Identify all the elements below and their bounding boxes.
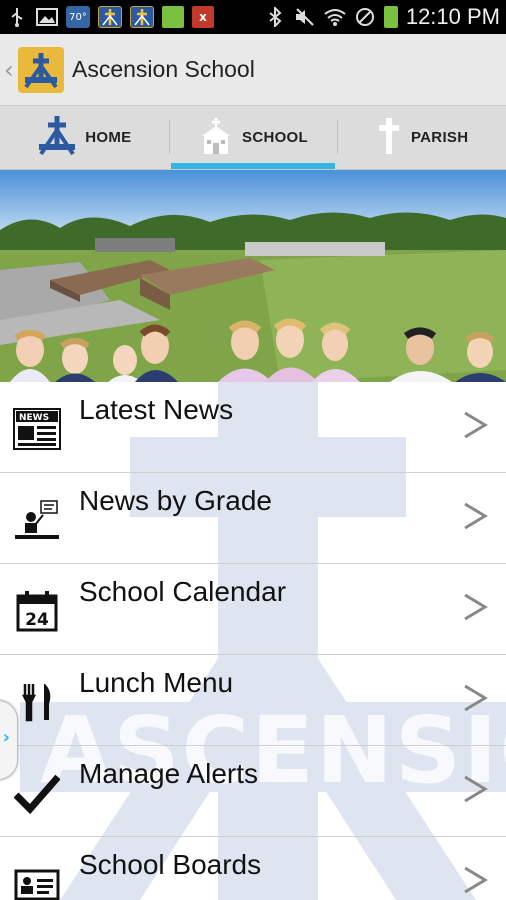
tab-school[interactable]: SCHOOL <box>168 106 338 169</box>
id-card-icon <box>12 859 62 900</box>
fork-knife-icon <box>12 677 62 727</box>
ascension-notification-icon-2 <box>130 6 154 28</box>
newspaper-icon: NEWS <box>12 404 62 454</box>
app-logo[interactable] <box>18 46 64 93</box>
chevron-right-icon <box>462 683 488 717</box>
battery-icon <box>383 6 398 28</box>
back-chevron-icon[interactable]: ‹ <box>4 56 16 84</box>
menu-item-lunch-menu[interactable]: Lunch Menu <box>0 655 506 746</box>
mute-icon <box>294 6 316 28</box>
checkmark-icon <box>12 768 62 818</box>
battery-notification-icon <box>162 6 184 28</box>
action-bar: ‹ Ascension School <box>0 34 506 106</box>
hero-school-photo <box>0 170 506 382</box>
bluetooth-icon <box>264 6 286 28</box>
side-drawer-handle[interactable]: › <box>0 700 18 780</box>
menu-item-manage-alerts[interactable]: Manage Alerts <box>0 746 506 837</box>
tab-home[interactable]: HOME <box>0 106 169 169</box>
teacher-chalkboard-icon <box>12 495 62 545</box>
menu-item-label: School Calendar <box>79 576 287 607</box>
menu-item-school-calendar[interactable]: 24 School Calendar <box>0 564 506 655</box>
tab-parish-label: PARISH <box>410 129 469 146</box>
menu-item-label: Manage Alerts <box>79 758 258 789</box>
menu-item-latest-news[interactable]: NEWS Latest News <box>0 382 506 473</box>
chevron-right-icon <box>462 592 488 626</box>
menu-item-news-by-grade[interactable]: News by Grade <box>0 473 506 564</box>
chevron-right-small-icon: › <box>2 727 10 748</box>
school-menu-list: ASCENSION NEWS Latest News <box>0 382 506 900</box>
image-icon <box>36 6 58 28</box>
app-title: Ascension School <box>72 56 255 82</box>
chevron-right-icon <box>462 865 488 899</box>
clock: 12:10 PM <box>405 4 500 29</box>
tab-parish[interactable]: PARISH <box>337 106 506 169</box>
cross-icon <box>375 116 403 160</box>
chevron-right-icon <box>462 774 488 808</box>
usb-icon <box>6 6 28 28</box>
no-signal-icon <box>354 6 376 28</box>
svg-text:NEWS: NEWS <box>19 413 49 423</box>
calendar-icon: 24 <box>12 586 62 636</box>
menu-item-school-boards[interactable]: School Boards <box>0 837 506 900</box>
weather-icon: 70° <box>66 6 90 28</box>
tab-school-label: SCHOOL <box>242 129 308 146</box>
wifi-icon <box>324 6 346 28</box>
menu-item-label: School Boards <box>79 849 262 880</box>
ascension-notification-icon <box>98 6 122 28</box>
ascension-logo-icon <box>37 114 77 162</box>
status-bar: 70° x 12:10 PM <box>0 0 506 34</box>
schoolhouse-icon <box>198 116 234 160</box>
menu-item-label: Lunch Menu <box>79 667 234 698</box>
tab-home-label: HOME <box>85 129 132 146</box>
error-notification-icon: x <box>192 6 214 28</box>
menu-item-label: Latest News <box>79 394 234 425</box>
svg-text:24: 24 <box>25 610 49 630</box>
chevron-right-icon <box>462 410 488 444</box>
chevron-right-icon <box>462 501 488 535</box>
menu-item-label: News by Grade <box>79 485 272 516</box>
tab-bar: HOME SCHOOL PARISH <box>0 106 506 170</box>
